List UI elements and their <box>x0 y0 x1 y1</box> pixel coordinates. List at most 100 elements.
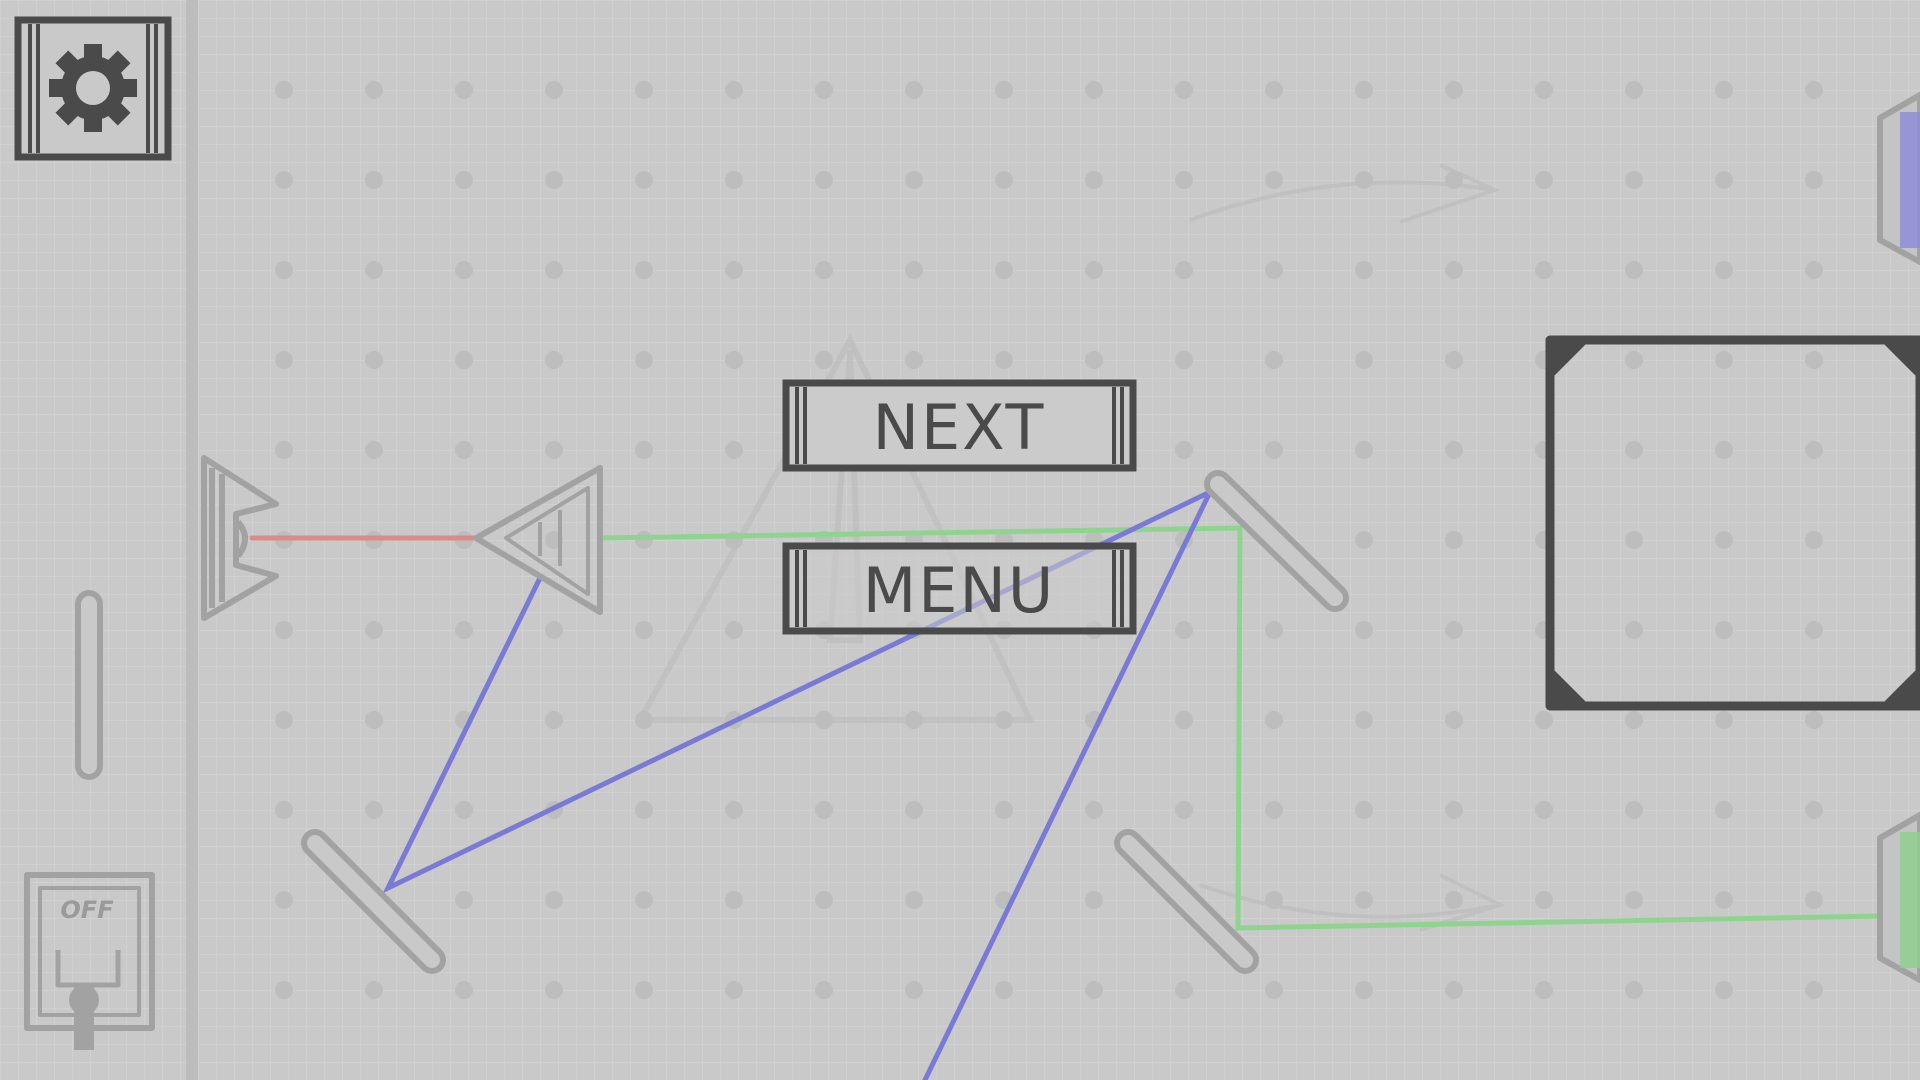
grid-dot <box>1625 531 1643 549</box>
grid-dot <box>995 801 1013 819</box>
grid-dot <box>1355 891 1373 909</box>
grid-dot <box>1175 801 1193 819</box>
grid-dot <box>815 891 833 909</box>
grid-dot <box>1355 711 1373 729</box>
grid-dot <box>1265 81 1283 99</box>
gear-icon <box>49 44 137 132</box>
grid-dot <box>815 981 833 999</box>
grid-dot <box>1085 351 1103 369</box>
grid-dot <box>1535 711 1553 729</box>
grid-dot <box>455 441 473 459</box>
grid-dot <box>1085 81 1103 99</box>
grid-dot <box>1445 801 1463 819</box>
grid-dot <box>1625 801 1643 819</box>
grid-dot <box>365 711 383 729</box>
grid-dot <box>1355 351 1373 369</box>
settings-button[interactable] <box>14 16 172 161</box>
grid-dot <box>1715 621 1733 639</box>
grid-dot <box>725 351 743 369</box>
grid-dot <box>1175 441 1193 459</box>
grid-dot <box>1265 801 1283 819</box>
grid-dot <box>365 351 383 369</box>
grid-dot <box>1085 981 1103 999</box>
grid-dot <box>1535 81 1553 99</box>
grid-dot <box>725 621 743 639</box>
grid-dot <box>365 981 383 999</box>
grid-dot <box>995 261 1013 279</box>
grid-dot <box>275 981 293 999</box>
grid-dot <box>1445 711 1463 729</box>
grid-dot <box>1535 171 1553 189</box>
grid-dot <box>545 981 563 999</box>
grid-dot <box>1715 531 1733 549</box>
grid-dot <box>1715 351 1733 369</box>
grid-dot <box>1085 801 1103 819</box>
grid-dot <box>455 621 473 639</box>
grid-dot <box>995 351 1013 369</box>
grid-dot <box>275 261 293 279</box>
grid-dot <box>1265 171 1283 189</box>
grid-dot <box>905 261 923 279</box>
grid-dot <box>815 261 833 279</box>
grid-dot <box>1625 351 1643 369</box>
next-button[interactable]: NEXT <box>782 379 1137 472</box>
grid-dot <box>1445 621 1463 639</box>
grid-dot <box>1445 441 1463 459</box>
grid-dot <box>1535 981 1553 999</box>
grid-dot <box>275 81 293 99</box>
grid-dot <box>545 81 563 99</box>
grid-dot <box>1445 531 1463 549</box>
grid-dot <box>905 891 923 909</box>
grid-dot <box>1805 801 1823 819</box>
grid-dot <box>1625 621 1643 639</box>
menu-button[interactable]: MENU <box>782 542 1137 635</box>
grid-dot <box>1715 441 1733 459</box>
grid-dot <box>455 171 473 189</box>
grid-dot <box>635 981 653 999</box>
grid-dot <box>1535 261 1553 279</box>
grid-dot <box>1805 351 1823 369</box>
grid-dot <box>1805 621 1823 639</box>
grid-dot <box>1265 261 1283 279</box>
grid-dot <box>635 81 653 99</box>
game-scene: OFF NEXT MENU <box>0 0 1920 1080</box>
grid-dot <box>1355 981 1373 999</box>
grid-dot <box>815 81 833 99</box>
grid-dot <box>1175 261 1193 279</box>
receiver-green <box>1877 812 1920 983</box>
grid-dot <box>455 981 473 999</box>
grid-dot <box>1085 891 1103 909</box>
grid-dot <box>1805 81 1823 99</box>
grid-dot <box>905 801 923 819</box>
grid-dot <box>365 621 383 639</box>
grid-dot <box>635 441 653 459</box>
grid-dot <box>1085 261 1103 279</box>
grid-dot <box>725 981 743 999</box>
grid-dot <box>635 531 653 549</box>
grid-dot <box>1355 441 1373 459</box>
grid-dot <box>1265 711 1283 729</box>
grid-dot <box>725 441 743 459</box>
grid-dot <box>455 801 473 819</box>
grid-dot <box>545 171 563 189</box>
grid-dot <box>1625 261 1643 279</box>
grid-dot <box>1625 441 1643 459</box>
grid-dot <box>1355 621 1373 639</box>
grid-dot <box>1355 801 1373 819</box>
grid-dot <box>1805 981 1823 999</box>
grid-dot <box>275 711 293 729</box>
grid-dot <box>995 81 1013 99</box>
grid-dot <box>1265 981 1283 999</box>
grid-dot <box>1535 801 1553 819</box>
grid-dot <box>275 621 293 639</box>
grid-dot <box>1175 351 1193 369</box>
grid-dot <box>365 81 383 99</box>
grid-dot <box>1265 441 1283 459</box>
grid-dot <box>1625 711 1643 729</box>
grid-dot <box>275 351 293 369</box>
grid-dot <box>635 261 653 279</box>
grid-dot <box>1715 801 1733 819</box>
grid-dot <box>1715 261 1733 279</box>
grid-dot <box>635 621 653 639</box>
grid-dot <box>365 801 383 819</box>
